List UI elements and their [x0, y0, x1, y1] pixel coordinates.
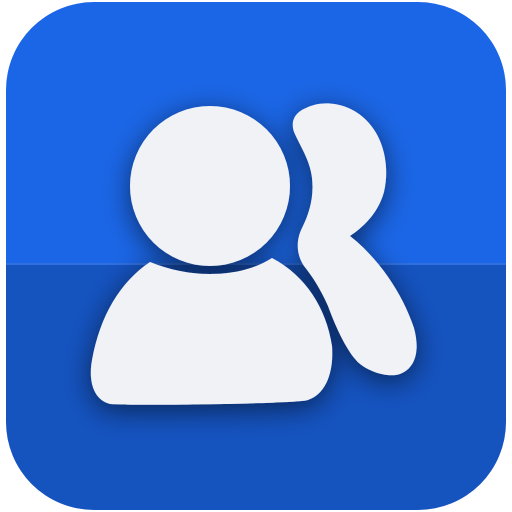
front-person-head	[130, 106, 290, 266]
tile-divider	[6, 263, 506, 265]
contacts-app-icon[interactable]	[0, 0, 512, 512]
icon-tile	[6, 2, 506, 510]
